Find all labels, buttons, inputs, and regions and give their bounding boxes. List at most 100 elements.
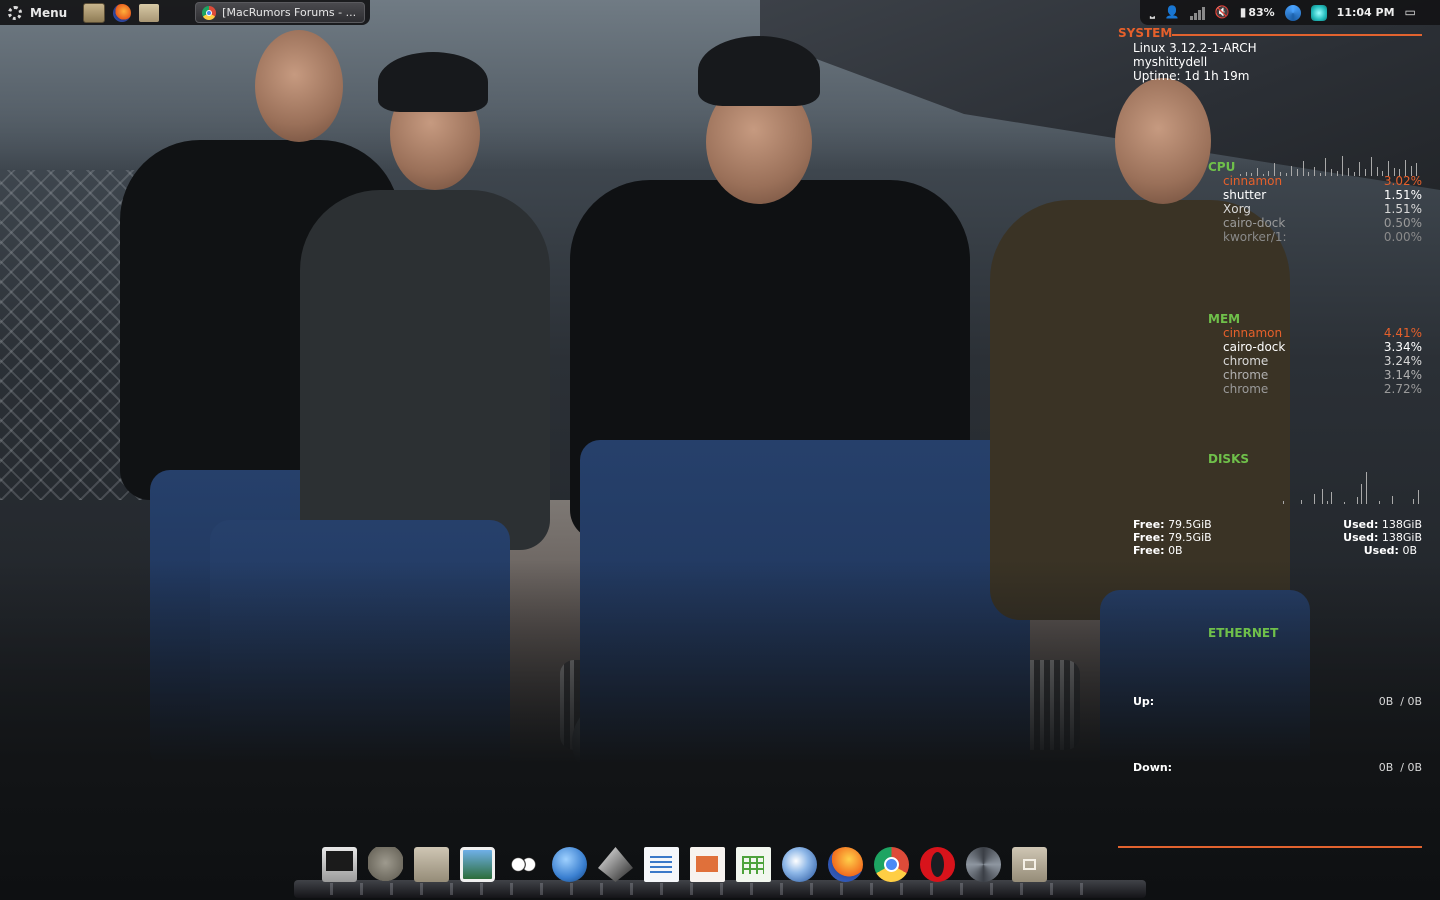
process-value: 2.72% <box>1383 382 1422 396</box>
system-divider <box>1172 34 1422 36</box>
battery-indicator[interactable]: ▮ 83% <box>1240 0 1275 25</box>
gimp-icon[interactable] <box>368 847 403 882</box>
image-viewer-icon[interactable] <box>460 847 495 882</box>
process-name: shutter <box>1223 188 1267 202</box>
disk-row: Used: 138GiB <box>1343 518 1422 531</box>
graph-bar <box>1344 502 1345 504</box>
graph-bar <box>1314 493 1315 504</box>
clock[interactable]: 11:04 PM <box>1337 6 1395 19</box>
cpu-process-row: kworker/1: 0.00% <box>1223 230 1422 244</box>
process-name: chrome <box>1223 368 1269 382</box>
cpu-process-row: cinnamon 3.02% <box>1223 174 1422 188</box>
wallpaper-person-cap <box>698 36 820 106</box>
process-value: 0.00% <box>1383 230 1422 244</box>
firefox-icon[interactable] <box>113 3 132 22</box>
chrome-icon <box>202 5 217 20</box>
cairo-dock <box>322 842 1047 882</box>
graph-bar <box>1327 500 1328 504</box>
cpu-process-row: shutter 1.51% <box>1223 188 1422 202</box>
process-value: 1.51% <box>1383 202 1422 216</box>
taskbar-window-button[interactable]: [MacRumors Forums - ... <box>195 2 366 23</box>
battery-percent: 83% <box>1248 6 1275 19</box>
uptime: Uptime: 1d 1h 19m <box>1133 69 1250 83</box>
disk-row: Free: 79.5GiB <box>1133 531 1212 544</box>
used-value: 0B <box>1402 544 1417 557</box>
shutter-icon[interactable] <box>966 847 1001 882</box>
shutter-tray-icon[interactable] <box>1284 4 1301 21</box>
used-label: Used: <box>1363 544 1399 557</box>
process-name: kworker/1: <box>1223 230 1287 244</box>
free-label: Free: <box>1133 518 1165 531</box>
web-browser-icon[interactable] <box>552 847 587 882</box>
top-panel: Menu [MacRumors Forums - ... ⎵ 👤 🔇 ▮ 83%… <box>0 0 1440 25</box>
thunderbird-icon[interactable] <box>782 847 817 882</box>
free-value: 0B <box>1168 544 1183 557</box>
opera-icon[interactable] <box>920 847 955 882</box>
mem-process-row: cairo-dock 3.34% <box>1223 340 1422 354</box>
process-name: cinnamon <box>1223 174 1283 188</box>
wallpaper-person <box>300 190 550 550</box>
free-value: 79.5GiB <box>1168 531 1212 544</box>
wallpaper-person-head <box>255 30 343 142</box>
panel-left-section: Menu [MacRumors Forums - ... <box>0 0 370 25</box>
show-desktop-icon[interactable]: ⎵ <box>1150 0 1155 25</box>
disk-row: Free: 0B <box>1133 544 1183 557</box>
system-heading: SYSTEM <box>1118 26 1173 40</box>
network-signal-icon[interactable] <box>1189 6 1205 20</box>
dock-shelf-pattern <box>330 883 1110 895</box>
upload-label: Up: <box>1133 695 1155 708</box>
mem-process-row: chrome 2.72% <box>1223 382 1422 396</box>
mem-process-row: chrome 3.14% <box>1223 368 1422 382</box>
process-name: cairo-dock <box>1223 216 1286 230</box>
writer-icon[interactable] <box>644 847 679 882</box>
download-label: Down: <box>1133 761 1173 774</box>
cpu-process-row: Xorg 1.51% <box>1223 202 1422 216</box>
window-list-icon[interactable]: ▭ <box>1405 0 1416 25</box>
disk-io-graph <box>1240 470 1422 504</box>
process-name: chrome <box>1223 382 1269 396</box>
cpu-heading: CPU <box>1208 160 1236 174</box>
used-label: Used: <box>1343 531 1379 544</box>
firefox-icon[interactable] <box>828 847 863 882</box>
panel-tray: ⎵ 👤 🔇 ▮ 83% 11:04 PM ▭ <box>1140 0 1440 25</box>
cpu-graph <box>1240 154 1422 176</box>
hostname: myshittydell <box>1133 55 1208 69</box>
taskbar-window-title: [MacRumors Forums - ... <box>222 6 357 19</box>
graph-bar <box>1301 499 1302 504</box>
monitor-icon[interactable] <box>322 847 357 882</box>
impress-icon[interactable] <box>690 847 725 882</box>
mem-process-row: chrome 3.24% <box>1223 354 1422 368</box>
graph-bar <box>1322 488 1323 504</box>
graph-bar <box>1357 497 1358 504</box>
chrome-icon[interactable] <box>874 847 909 882</box>
disks-heading: DISKS <box>1208 452 1250 466</box>
folder-icon[interactable] <box>139 3 160 22</box>
used-value: 138GiB <box>1381 518 1422 531</box>
graph-bar <box>1283 501 1284 504</box>
wallpaper-person-cap <box>378 52 488 112</box>
graph-bar <box>1413 498 1414 504</box>
process-name: chrome <box>1223 354 1269 368</box>
free-label: Free: <box>1133 531 1165 544</box>
bottom-divider <box>1118 846 1422 848</box>
used-value: 138GiB <box>1381 531 1422 544</box>
file-manager-icon[interactable] <box>414 847 449 882</box>
app-tray-icon[interactable] <box>1310 4 1327 21</box>
volume-muted-icon[interactable]: 🔇 <box>1215 0 1230 25</box>
process-value: 3.14% <box>1383 368 1422 382</box>
free-label: Free: <box>1133 544 1165 557</box>
process-value: 3.34% <box>1383 340 1422 354</box>
screenshot-icon[interactable] <box>83 2 106 23</box>
main-menu-button[interactable]: Menu <box>0 0 75 25</box>
ethernet-heading: ETHERNET <box>1208 626 1279 640</box>
eyes-icon[interactable] <box>506 847 541 882</box>
used-label: Used: <box>1343 518 1379 531</box>
inkscape-icon[interactable] <box>598 847 633 882</box>
user-icon[interactable]: 👤 <box>1165 0 1180 25</box>
graph-bar <box>1418 490 1419 504</box>
home-folder-icon[interactable] <box>1012 847 1047 882</box>
menu-label: Menu <box>30 5 68 20</box>
calc-icon[interactable] <box>736 847 771 882</box>
disk-row: Used: 0B <box>1364 544 1417 557</box>
free-value: 79.5GiB <box>1168 518 1212 531</box>
